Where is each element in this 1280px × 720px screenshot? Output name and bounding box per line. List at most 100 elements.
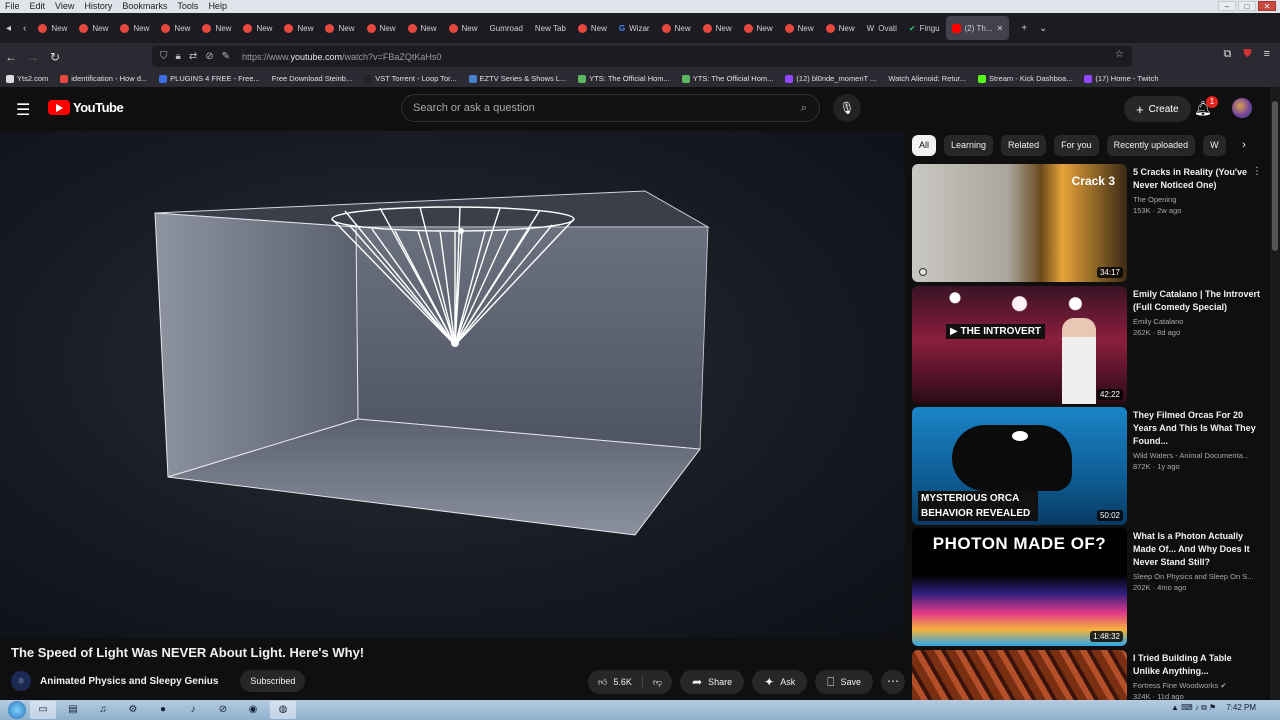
bookmark-item[interactable]: identification - How d... xyxy=(54,74,153,83)
shield-icon[interactable]: ⛉ xyxy=(160,51,168,62)
taskbar-app-icon[interactable]: ⚙ xyxy=(120,701,146,719)
taskbar-app-icon[interactable]: ● xyxy=(150,701,176,719)
tab[interactable]: New xyxy=(820,16,861,40)
tab-fingu[interactable]: ✔ Fingu xyxy=(903,16,946,40)
bookmark-item[interactable]: VST Torrent - Loop Tor... xyxy=(358,74,462,83)
ublock-icon[interactable]: ⛊ xyxy=(1243,48,1251,61)
ask-button[interactable]: ✦ Ask xyxy=(752,670,808,694)
maximize-button[interactable]: □ xyxy=(1238,1,1256,11)
firefox-view-icon[interactable]: ◂ xyxy=(0,23,17,34)
bookmark-item[interactable]: PLUGINS 4 FREE - Free... xyxy=(153,74,266,83)
tab[interactable]: New xyxy=(319,16,360,40)
reload-button[interactable]: ↻ xyxy=(44,50,66,64)
menu-help[interactable]: Help xyxy=(203,0,232,13)
tab-gumroad[interactable]: Gumroad xyxy=(484,16,529,40)
tray-icons[interactable]: ▲ ⌨ ♪ ⧉ ⚑ xyxy=(1171,703,1216,713)
taskbar-firefox-icon[interactable]: ◍ xyxy=(270,701,296,719)
taskbar-app-icon[interactable]: ▤ xyxy=(60,701,86,719)
bookmark-item[interactable]: Yts2.com xyxy=(0,74,54,83)
back-button[interactable]: ← xyxy=(0,50,22,64)
voice-search-mic-icon[interactable]: 🎙︎ xyxy=(833,94,861,122)
url-field[interactable]: ⛉ 🔒︎ ⇄ ⊘ ✎ https://www.youtube.com/watch… xyxy=(152,46,1132,67)
reader-icon[interactable]: ✎ xyxy=(222,51,230,62)
bookmark-item[interactable]: YTS: The Official Hom... xyxy=(676,74,780,83)
bookmark-item[interactable]: Stream - Kick Dashboa... xyxy=(972,74,1078,83)
scrollbar-thumb[interactable] xyxy=(1272,101,1278,251)
close-tab-icon[interactable]: ✕ xyxy=(996,24,1003,33)
tab[interactable]: New xyxy=(656,16,697,40)
tab[interactable]: New xyxy=(155,16,196,40)
taskbar-app-icon[interactable]: ◉ xyxy=(240,701,266,719)
video-title[interactable]: 5 Cracks in Reality (You've Never Notice… xyxy=(1133,166,1261,192)
channel-name[interactable]: Animated Physics and Sleepy Genius xyxy=(40,676,218,687)
tab[interactable]: New xyxy=(237,16,278,40)
menu-file[interactable]: File xyxy=(0,0,25,13)
recommended-video[interactable]: I Tried Building A Table Unlike Anything… xyxy=(912,650,1262,700)
chevron-right-icon[interactable]: › xyxy=(1234,135,1254,156)
bookmark-item[interactable]: Free Download Steinb... xyxy=(266,74,358,83)
tab[interactable]: New xyxy=(32,16,73,40)
tab[interactable]: New xyxy=(402,16,443,40)
tab-ovati[interactable]: W Ovati xyxy=(861,16,903,40)
video-thumbnail[interactable]: ▶ THE INTROVERT 42:22 xyxy=(912,286,1127,404)
tab[interactable]: New xyxy=(738,16,779,40)
search-icon[interactable]: ⌕ xyxy=(794,98,814,118)
tab-wizar[interactable]: G Wizar xyxy=(613,16,656,40)
tab-scroll-left-icon[interactable]: ‹ xyxy=(17,23,32,34)
video-thumbnail[interactable]: Crack 3 34:17 xyxy=(912,164,1127,282)
page-scrollbar[interactable] xyxy=(1270,87,1280,700)
video-player[interactable] xyxy=(0,131,905,638)
app-menu-icon[interactable]: ≡ xyxy=(1264,48,1270,61)
tab-active-youtube[interactable]: (2) Th... ✕ xyxy=(945,16,1010,40)
recommended-video[interactable]: PHOTON MADE OF? 1:48:32 What Is a Photon… xyxy=(912,528,1262,646)
video-thumbnail[interactable] xyxy=(912,650,1127,700)
bookmark-item[interactable]: YTS: The Official Hom... xyxy=(572,74,676,83)
hamburger-menu-icon[interactable]: ☰ xyxy=(16,100,30,120)
forward-button[interactable]: → xyxy=(22,50,44,64)
video-title[interactable]: They Filmed Orcas For 20 Years And This … xyxy=(1133,409,1261,448)
lock-icon[interactable]: 🔒︎ xyxy=(176,51,181,62)
bookmark-item[interactable]: (12) bl0nde_momenT ... xyxy=(779,74,882,83)
account-avatar[interactable] xyxy=(1232,98,1252,118)
video-channel[interactable]: Wild Waters - Animal Documenta... xyxy=(1133,451,1261,460)
menu-edit[interactable]: Edit xyxy=(25,0,51,13)
chip-for-you[interactable]: For you xyxy=(1054,135,1099,156)
minimize-button[interactable]: – xyxy=(1218,1,1236,11)
extensions-icon[interactable]: ⧉ xyxy=(1223,48,1231,61)
tab[interactable]: New xyxy=(697,16,738,40)
recommended-video[interactable]: MYSTERIOUS ORCA BEHAVIOR REVEALED 50:02 … xyxy=(912,407,1262,525)
youtube-logo[interactable]: YouTube xyxy=(48,100,124,115)
share-button[interactable]: ➦ Share xyxy=(680,670,745,694)
more-options-icon[interactable]: ⋮ xyxy=(1252,166,1262,177)
tab[interactable]: New xyxy=(443,16,484,40)
menu-history[interactable]: History xyxy=(79,0,117,13)
tab[interactable]: New xyxy=(779,16,820,40)
bookmark-item[interactable]: Watch Alienoid: Retur... xyxy=(882,74,972,83)
clock[interactable]: 7:42 PM xyxy=(1226,703,1256,713)
video-channel[interactable]: The Opening xyxy=(1133,195,1261,204)
menu-tools[interactable]: Tools xyxy=(172,0,203,13)
video-thumbnail[interactable]: PHOTON MADE OF? 1:48:32 xyxy=(912,528,1127,646)
close-window-button[interactable]: ✕ xyxy=(1258,1,1276,11)
video-title[interactable]: I Tried Building A Table Unlike Anything… xyxy=(1133,652,1261,678)
camera-blocked-icon[interactable]: ⊘ xyxy=(205,51,213,62)
start-button-icon[interactable] xyxy=(8,701,26,719)
bookmark-item[interactable]: (17) Home - Twitch xyxy=(1078,74,1164,83)
taskbar-app-icon[interactable]: ♫ xyxy=(90,701,116,719)
tab[interactable]: New xyxy=(361,16,402,40)
chip-all[interactable]: All xyxy=(912,135,937,156)
tab[interactable]: New xyxy=(572,16,613,40)
chip-related[interactable]: Related xyxy=(1001,135,1047,156)
new-tab-button[interactable]: + xyxy=(1015,23,1033,34)
dislike-button[interactable]: 👎︎ xyxy=(643,670,672,694)
chip-recently-uploaded[interactable]: Recently uploaded xyxy=(1106,135,1196,156)
like-button[interactable]: 👍︎ 5.6K xyxy=(588,670,642,694)
save-button[interactable]: ⎕ Save xyxy=(815,670,873,694)
tab-new-tab[interactable]: New Tab xyxy=(529,16,572,40)
chip-more[interactable]: W xyxy=(1203,135,1226,156)
video-channel[interactable]: Sleep On Physics and Sleep On S... xyxy=(1133,572,1261,581)
bookmark-item[interactable]: EZTV Series & Shows L... xyxy=(463,74,573,83)
video-thumbnail[interactable]: MYSTERIOUS ORCA BEHAVIOR REVEALED 50:02 xyxy=(912,407,1127,525)
video-title[interactable]: Emily Catalano | The Introvert (Full Com… xyxy=(1133,288,1261,314)
recommended-video[interactable]: ▶ THE INTROVERT 42:22 Emily Catalano | T… xyxy=(912,286,1262,404)
